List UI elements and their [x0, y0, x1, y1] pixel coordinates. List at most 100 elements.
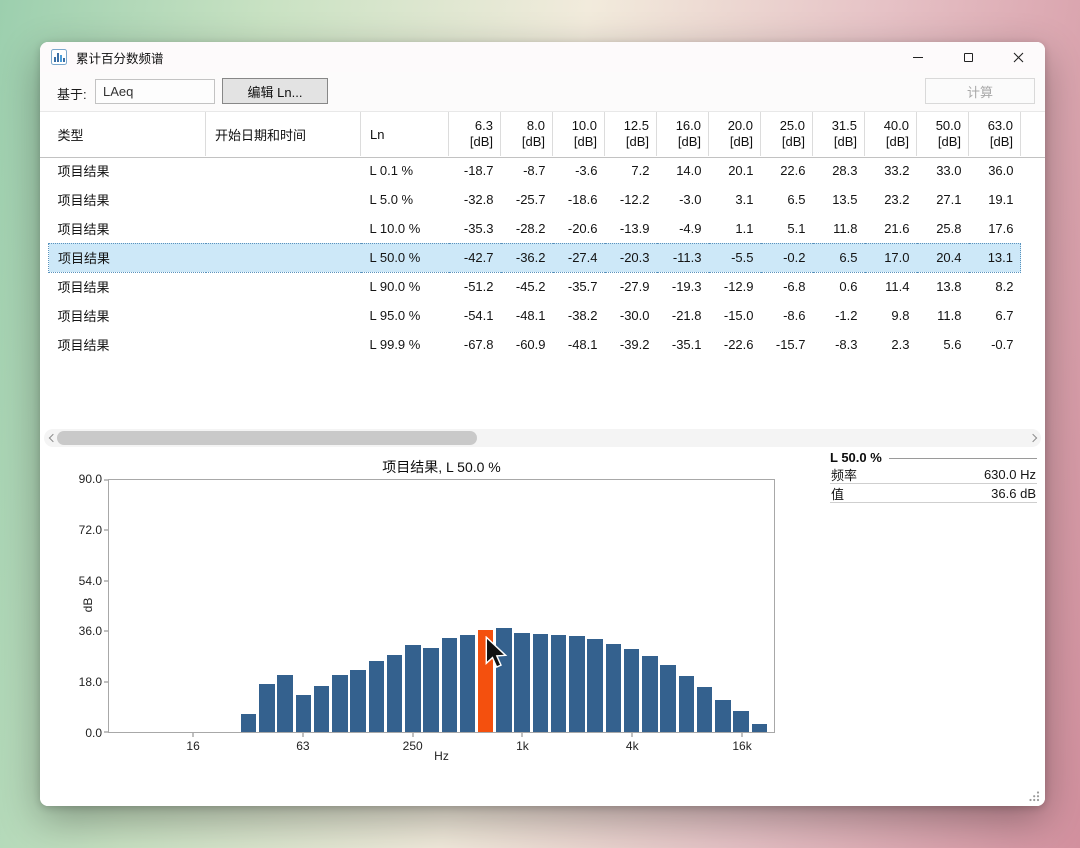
cell-type: 项目结果 [48, 242, 206, 273]
cell-value: 9.8 [891, 308, 910, 323]
spectrum-bar[interactable] [569, 635, 585, 732]
spectrum-bar[interactable] [313, 685, 330, 732]
mouse-cursor [485, 636, 508, 669]
spectrum-bar[interactable] [405, 645, 421, 732]
column-header-freq-16_0[interactable]: 16.0 [dB] [656, 112, 709, 156]
based-on-label: 基于: [57, 87, 87, 102]
based-on-input[interactable] [95, 79, 215, 104]
cell-value: -42.7 [448, 242, 501, 273]
scrollbar-thumb[interactable] [57, 431, 477, 445]
table-row[interactable]: 项目结果 L 5.0 % -32.8 -25.7 -18.6 -12.2 -3.0 3.1 6.… [49, 185, 1021, 214]
spectrum-bar[interactable] [277, 674, 293, 732]
cell-value: -12.2 [619, 192, 650, 207]
info-row: 值 36.6 dB [830, 484, 1037, 503]
cell-value: 22.6 [780, 163, 806, 178]
spectrum-bar[interactable] [751, 723, 768, 732]
y-axis: 0.0 18.0 36.0 54.0 72.0 90.0 [40, 472, 104, 740]
spectrum-bar[interactable] [678, 676, 695, 732]
table-row[interactable]: 项目结果 L 90.0 % -51.2 -45.2 -35.7 -27.9 -19.3 -12… [49, 272, 1021, 301]
table-header-row: 类型 开始日期和时间 Ln 6.3 [dB] 8.0 [dB] 10.0 [dB] 12.5 [dB… [49, 112, 1021, 156]
minimize-icon [913, 56, 923, 58]
spectrum-bar[interactable] [660, 664, 676, 732]
cell-type: 项目结果 [57, 280, 110, 296]
cell-value: -18.7 [463, 163, 494, 178]
cell-value: 25.8 [936, 220, 962, 236]
cell-value: 3.1 [735, 192, 754, 207]
cell-value: 6.7 [995, 308, 1014, 323]
table-row[interactable]: 项目结果 L 99.9 % -67.8 -60.9 -48.1 -39.2 -35.1 -22… [49, 330, 1021, 359]
cell-value: -18.6 [567, 192, 598, 207]
table-row[interactable]: 项目结果 L 0.1 % -18.7 -8.7 -3.6 7.2 14.0 20.1 22.6 2… [49, 156, 1021, 185]
cell-value: 5.6 [943, 337, 962, 352]
scroll-right-arrow[interactable] [1027, 429, 1041, 447]
column-header-freq-6_3[interactable]: 6.3 [dB] [448, 112, 501, 156]
cell-ln: L 50.0 % [360, 242, 449, 273]
edit-ln-button[interactable]: 编辑 Ln... [222, 78, 328, 104]
cell-start-datetime [206, 156, 361, 185]
x-axis-tick [741, 733, 743, 737]
spectrum-bar[interactable] [550, 634, 567, 732]
column-header-start-datetime[interactable]: 开始日期和时间 [205, 112, 361, 156]
minimize-button[interactable] [893, 42, 943, 72]
spectrum-bar[interactable] [386, 655, 403, 732]
spectrum-bar[interactable] [332, 674, 348, 732]
cell-value: 17.0 [864, 242, 917, 273]
cell-value: 8.2 [995, 279, 1014, 295]
cell-type: 项目结果 [57, 164, 110, 179]
column-header-freq-63_0[interactable]: 63.0 [dB] [968, 112, 1021, 156]
titlebar[interactable]: 累计百分数频谱 [40, 42, 1045, 72]
spectrum-bar[interactable] [605, 643, 622, 732]
cell-value: 13.8 [936, 279, 962, 295]
cell-value: 14.0 [676, 163, 702, 178]
spectrum-bar[interactable] [623, 649, 640, 732]
cell-ln: L 10.0 % [369, 220, 421, 236]
table-row[interactable]: 项目结果 L 50.0 % -42.7 -36.2 -27.4 -20.3 -11.3 -5.… [48, 242, 1021, 273]
spectrum-bar[interactable] [295, 695, 312, 732]
column-header-freq-50_0[interactable]: 50.0 [dB] [916, 112, 969, 156]
column-header-type[interactable]: 类型 [49, 112, 206, 156]
spectrum-bar[interactable] [441, 638, 457, 732]
cell-start-datetime [206, 185, 361, 214]
column-header-freq-40_0[interactable]: 40.0 [dB] [864, 112, 917, 156]
cell-start-datetime [205, 242, 361, 273]
y-axis-tick-label: 90.0 [78, 472, 102, 486]
column-header-freq-31_5[interactable]: 31.5 [dB] [812, 112, 865, 156]
spectrum-bar[interactable] [350, 670, 366, 732]
cell-value: 11.8 [833, 220, 858, 236]
column-header-freq-25_0[interactable]: 25.0 [dB] [760, 112, 813, 156]
spectrum-bar[interactable] [696, 687, 713, 732]
spectrum-bar[interactable] [240, 713, 257, 732]
cell-value: -1.2 [835, 308, 858, 323]
spectrum-bar[interactable] [514, 633, 530, 732]
spectrum-bar[interactable] [715, 699, 731, 732]
spectrum-bar[interactable] [368, 660, 385, 732]
cell-value: 13.5 [832, 192, 858, 207]
cell-value: -3.0 [679, 192, 702, 207]
spectrum-bar[interactable] [532, 634, 549, 732]
table-row[interactable]: 项目结果 L 10.0 % -35.3 -28.2 -20.6 -13.9 -4.9 1.1 5… [49, 214, 1021, 243]
column-header-freq-8_0[interactable]: 8.0 [dB] [500, 112, 553, 156]
column-header-freq-20_0[interactable]: 20.0 [dB] [708, 112, 761, 156]
table-row[interactable]: 项目结果 L 95.0 % -54.1 -48.1 -38.2 -30.0 -21.8 -15… [49, 301, 1021, 330]
horizontal-scrollbar[interactable] [44, 429, 1041, 447]
column-header-freq-10_0[interactable]: 10.0 [dB] [552, 112, 605, 156]
cell-value: -35.3 [463, 220, 494, 236]
resize-grip[interactable] [1028, 790, 1040, 802]
spectrum-bar[interactable] [733, 711, 749, 732]
calculate-button[interactable]: 计算 [925, 78, 1035, 104]
spectrum-bar[interactable] [259, 684, 275, 732]
maximize-button[interactable] [943, 42, 993, 72]
x-axis-tick [631, 733, 633, 737]
spectrum-bar[interactable] [459, 635, 476, 732]
column-header-ln[interactable]: Ln [360, 112, 449, 156]
spectrum-bar[interactable] [642, 656, 658, 732]
chart-title: 项目结果, L 50.0 % [382, 459, 501, 475]
y-axis-tick-label: 18.0 [78, 675, 102, 690]
spectrum-bar[interactable] [587, 639, 603, 732]
scroll-left-arrow[interactable] [44, 429, 58, 447]
cell-value: -28.2 [515, 220, 546, 236]
cell-value: -51.2 [463, 279, 494, 295]
spectrum-bar[interactable] [423, 648, 439, 732]
close-button[interactable] [993, 42, 1043, 72]
column-header-freq-12_5[interactable]: 12.5 [dB] [604, 112, 657, 156]
